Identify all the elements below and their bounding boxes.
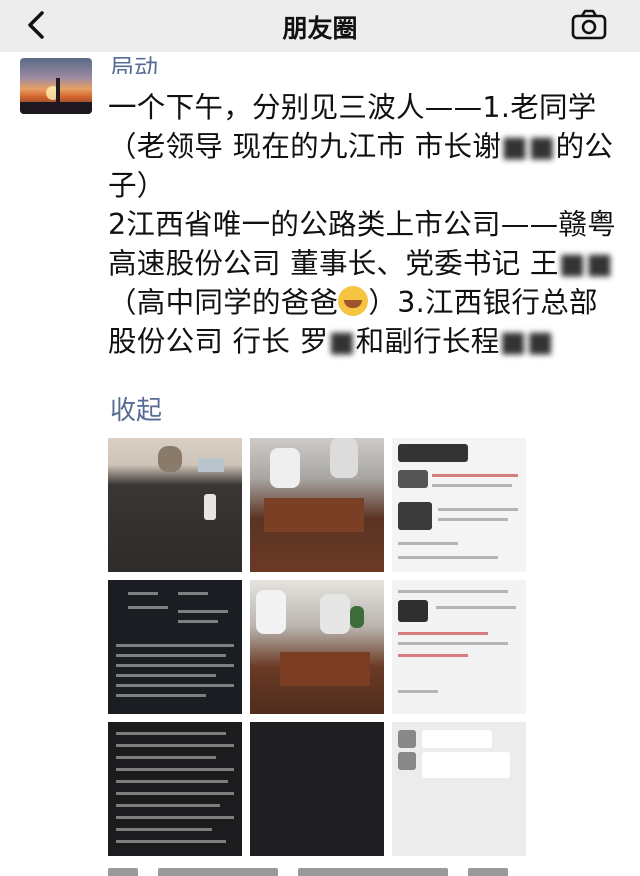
chat-screenshot[interactable] bbox=[392, 722, 526, 856]
collapse-link[interactable]: 收起 bbox=[110, 390, 162, 427]
redacted-text: ■■ bbox=[499, 325, 555, 358]
redacted-text: ■■ bbox=[501, 130, 556, 163]
photo-sofa-meeting-2[interactable] bbox=[250, 580, 384, 714]
photo-meeting-table[interactable] bbox=[108, 438, 242, 572]
avatar[interactable] bbox=[20, 58, 92, 114]
poster-name[interactable]: 局动 bbox=[110, 48, 158, 74]
post-text-segment: （高中同学的爸爸 bbox=[108, 286, 339, 319]
post-text: 一个下午，分别见三波人——1.老同学（老领导 现在的九江市 市长谢■■的公子） … bbox=[108, 88, 618, 361]
bio-document-dark[interactable] bbox=[108, 580, 242, 714]
page-title: 朋友圈 bbox=[282, 14, 358, 43]
post-text-segment: 和副行长程 bbox=[355, 325, 500, 358]
news-screenshot[interactable] bbox=[392, 438, 526, 572]
dark-image[interactable] bbox=[250, 722, 384, 856]
news-screenshot-2[interactable] bbox=[392, 580, 526, 714]
bio-document-dark-2[interactable] bbox=[108, 722, 242, 856]
redacted-text: ■■ bbox=[558, 247, 614, 280]
redacted-text: ■ bbox=[328, 325, 356, 358]
photo-sofa-meeting[interactable] bbox=[250, 438, 384, 572]
top-navigation-bar: 朋友圈 bbox=[0, 0, 640, 52]
crying-laughing-emoji-icon bbox=[338, 286, 369, 316]
post-text-segment: 2江西省唯一的公路类上市公司——赣粤高速股份公司 董事长、党委书记 王 bbox=[108, 208, 617, 280]
next-post-preview bbox=[108, 860, 528, 876]
camera-icon[interactable] bbox=[570, 9, 608, 41]
